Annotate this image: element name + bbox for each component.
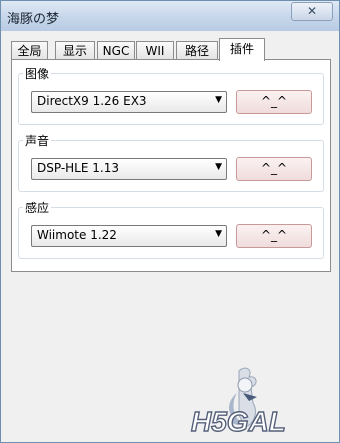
- chevron-down-icon: ▼: [215, 95, 222, 105]
- watermark-logo: H5GAL: [190, 367, 287, 438]
- graphics-plugin-select[interactable]: DirectX9 1.26 EX3 ▼: [31, 91, 227, 113]
- input-group: 感应 Wiimote 1.22 ▼ ^_^: [18, 199, 324, 259]
- audio-label: 声音: [23, 132, 52, 149]
- close-icon: ✕: [306, 4, 318, 18]
- tab-paths[interactable]: 路径: [176, 41, 218, 60]
- settings-window: 海豚の梦 ✕ 全局 显示 NGC WII 路径 插件 图像 DirectX9 1…: [0, 0, 340, 443]
- graphics-label: 图像: [23, 65, 52, 82]
- graphics-plugin-value: DirectX9 1.26 EX3: [37, 94, 147, 108]
- audio-group: 声音 DSP-HLE 1.13 ▼ ^_^: [18, 132, 324, 192]
- tab-display[interactable]: 显示: [55, 41, 95, 60]
- input-plugin-select[interactable]: Wiimote 1.22 ▼: [31, 225, 227, 247]
- tab-global[interactable]: 全局: [11, 41, 48, 60]
- audio-config-button[interactable]: ^_^: [236, 157, 312, 181]
- input-label: 感应: [23, 199, 52, 216]
- audio-plugin-select[interactable]: DSP-HLE 1.13 ▼: [31, 158, 227, 180]
- window-title: 海豚の梦: [7, 12, 60, 27]
- chevron-down-icon: ▼: [215, 162, 222, 172]
- close-button[interactable]: ✕: [291, 2, 333, 21]
- tab-plugins[interactable]: 插件: [219, 38, 265, 61]
- chevron-down-icon: ▼: [215, 229, 222, 239]
- input-config-button[interactable]: ^_^: [236, 224, 312, 248]
- audio-plugin-value: DSP-HLE 1.13: [37, 161, 119, 175]
- plugins-panel: 图像 DirectX9 1.26 EX3 ▼ ^_^ 声音 DSP-HLE 1.…: [11, 59, 331, 272]
- input-plugin-value: Wiimote 1.22: [37, 228, 117, 242]
- tab-wii[interactable]: WII: [136, 41, 174, 60]
- tab-ngc[interactable]: NGC: [97, 41, 135, 60]
- watermark-text: H5GAL: [191, 406, 286, 437]
- graphics-group: 图像 DirectX9 1.26 EX3 ▼ ^_^: [18, 65, 324, 125]
- title-bar[interactable]: 海豚の梦 ✕: [1, 1, 339, 31]
- graphics-config-button[interactable]: ^_^: [236, 90, 312, 114]
